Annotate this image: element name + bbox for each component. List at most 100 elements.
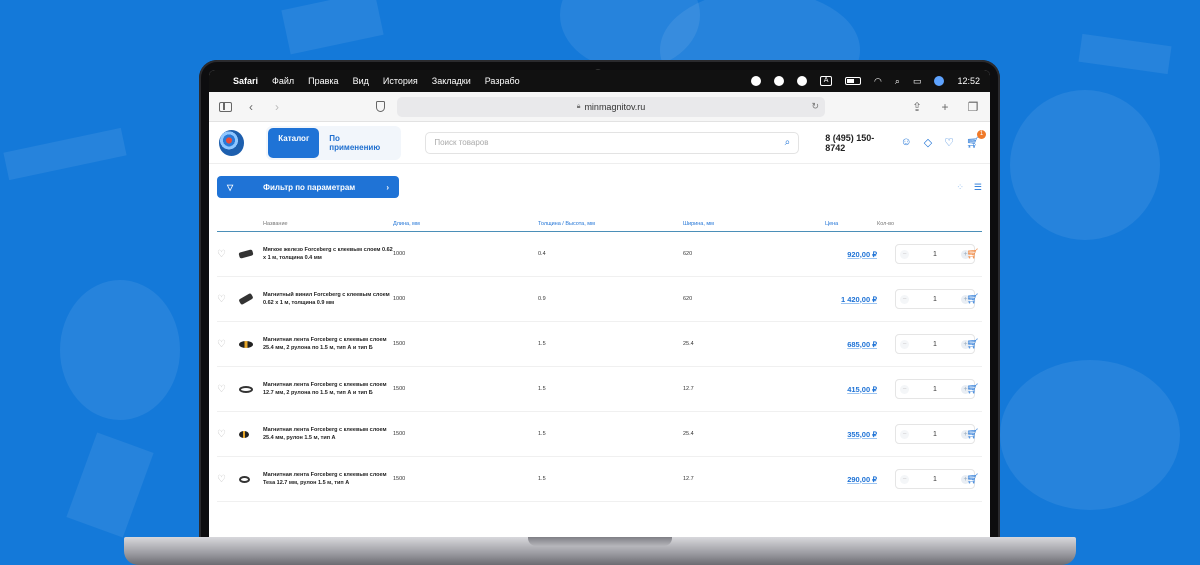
user-icon[interactable]: ☺ [900,136,911,149]
product-name[interactable]: Магнитный винил Forceberg с клеевым слое… [263,291,393,307]
table-row: ♡ Магнитная лента Forceberg с клеевым сл… [217,412,982,457]
menu-view[interactable]: Вид [353,76,369,86]
phone-number[interactable]: 8 (495) 150-8742 [825,133,892,153]
bg-rect [3,127,127,181]
add-to-cart-icon[interactable]: 🛒︎ [959,339,979,350]
product-image[interactable] [238,292,263,306]
product-thickness: 1.5 [538,476,546,482]
minus-icon[interactable]: − [900,384,909,394]
reload-icon[interactable]: ↻ [811,101,819,112]
quantity-value[interactable]: 1 [933,251,937,258]
product-name[interactable]: Магнитная лента Forceberg с клеевым слое… [263,336,393,352]
col-length-header[interactable]: Длина, мм [393,221,538,227]
bg-circle [1000,360,1180,510]
minus-icon[interactable]: − [900,294,909,304]
minus-icon[interactable]: − [900,474,909,484]
catalog-button[interactable]: Каталог [268,127,320,158]
favorite-heart-icon[interactable]: ♡ [217,339,239,350]
quantity-value[interactable]: 1 [933,476,937,483]
product-thickness: 0.4 [538,251,546,257]
product-price: 920,00 ₽ [847,249,877,259]
favorite-heart-icon[interactable]: ♡ [217,384,239,395]
header-actions: ☺ ◇ ♡ 🛒︎ 1 [900,130,986,149]
product-width: 25.4 [683,431,694,437]
heart-icon[interactable]: ♡ [944,136,954,149]
list-view-icon[interactable]: ☰ [974,182,982,193]
menubar-app-name[interactable]: Safari [233,76,258,86]
add-to-cart-icon[interactable]: 🛒︎ [959,294,979,305]
favorite-heart-icon[interactable]: ♡ [217,429,239,440]
keyboard-input-icon[interactable]: A [820,76,833,86]
product-width: 12.7 [683,386,694,392]
product-image[interactable] [238,249,263,259]
siri-icon[interactable] [934,76,945,86]
new-tab-icon[interactable]: + [938,100,952,114]
wifi-icon[interactable]: ◠ [874,76,882,87]
view-toggle: ⁘ ☰ [956,182,982,193]
product-name[interactable]: Магнитная лента Forceberg с клеевым слое… [263,381,393,397]
search-icon[interactable]: ⌕ [785,137,791,148]
product-table: Название Длина, мм Толщина / Высота, мм … [217,216,982,502]
sidebar-icon[interactable] [219,101,232,112]
product-width: 620 [683,296,693,302]
favorite-heart-icon[interactable]: ♡ [217,249,239,260]
tabs-icon[interactable]: ❐ [966,100,980,114]
menu-history[interactable]: История [383,76,418,86]
favorite-heart-icon[interactable]: ♡ [217,294,239,305]
status-icon[interactable] [797,76,808,86]
product-thickness: 1.5 [538,431,546,437]
minus-icon[interactable]: − [900,249,909,259]
product-image[interactable] [239,340,263,348]
by-use-button[interactable]: По применению [319,128,399,158]
add-to-cart-icon[interactable]: 🛒︎ [959,384,979,395]
site-header: Каталог По применению Поиск товаров ⌕ 8 … [209,122,990,164]
tag-icon[interactable]: ◇ [924,136,932,149]
site-logo[interactable] [219,129,245,156]
product-thickness: 0.9 [538,296,546,302]
col-width-header[interactable]: Ширина, мм [683,221,825,227]
product-image[interactable] [239,475,263,483]
shield-icon[interactable] [376,101,385,112]
quantity-value[interactable]: 1 [933,341,937,348]
search-input[interactable]: Поиск товаров ⌕ [425,131,800,154]
forward-icon[interactable]: › [270,100,284,114]
control-center-icon[interactable]: ▭ [913,76,922,87]
product-name[interactable]: Магнитная лента Forceberg с клеевым слое… [263,471,393,487]
quantity-value[interactable]: 1 [933,296,937,303]
status-icon[interactable] [751,76,762,86]
product-length: 1500 [393,386,406,392]
battery-icon[interactable] [845,77,862,85]
quantity-value[interactable]: 1 [933,386,937,393]
favorite-heart-icon[interactable]: ♡ [217,474,239,485]
filter-button[interactable]: ▽ Фильтр по параметрам › [217,176,399,198]
menu-edit[interactable]: Правка [308,76,338,86]
menu-bookmarks[interactable]: Закладки [432,76,471,86]
menu-develop[interactable]: Разрабо [485,76,520,86]
address-bar[interactable]: 🔒︎ minmagnitov.ru ↻ [397,96,825,117]
col-price-header[interactable]: Цена [825,221,877,227]
table-row: ♡ Магнитная лента Forceberg с клеевым сл… [217,457,982,502]
add-to-cart-icon[interactable]: 🛒︎ [959,429,979,440]
add-to-cart-icon[interactable]: 🛒︎ [959,249,979,260]
product-image[interactable] [239,385,263,393]
back-icon[interactable]: ‹ [244,100,258,114]
search-icon[interactable]: ⌕ [895,76,900,87]
product-image[interactable] [239,430,263,438]
quantity-value[interactable]: 1 [933,431,937,438]
col-thickness-header[interactable]: Толщина / Высота, мм [538,221,683,227]
table-row: ♡ Магнитный винил Forceberg с клеевым сл… [217,277,982,322]
catalog-switch: Каталог По применению [266,125,402,160]
grid-view-icon[interactable]: ⁘ [956,182,964,193]
minus-icon[interactable]: − [900,339,909,349]
product-name[interactable]: Мягкое железо Forceberg с клеевым слоем … [263,246,393,262]
add-to-cart-icon[interactable]: 🛒︎ [959,474,979,485]
bg-rect [1078,33,1172,75]
share-icon[interactable]: ⇪ [910,100,924,114]
minus-icon[interactable]: − [900,429,909,439]
status-icon[interactable] [774,76,785,86]
product-length: 1500 [393,341,406,347]
product-length: 1500 [393,431,406,437]
product-name[interactable]: Магнитная лента Forceberg с клеевым слое… [263,426,393,442]
menu-file[interactable]: Файл [272,76,294,86]
clock[interactable]: 12:52 [957,76,980,86]
